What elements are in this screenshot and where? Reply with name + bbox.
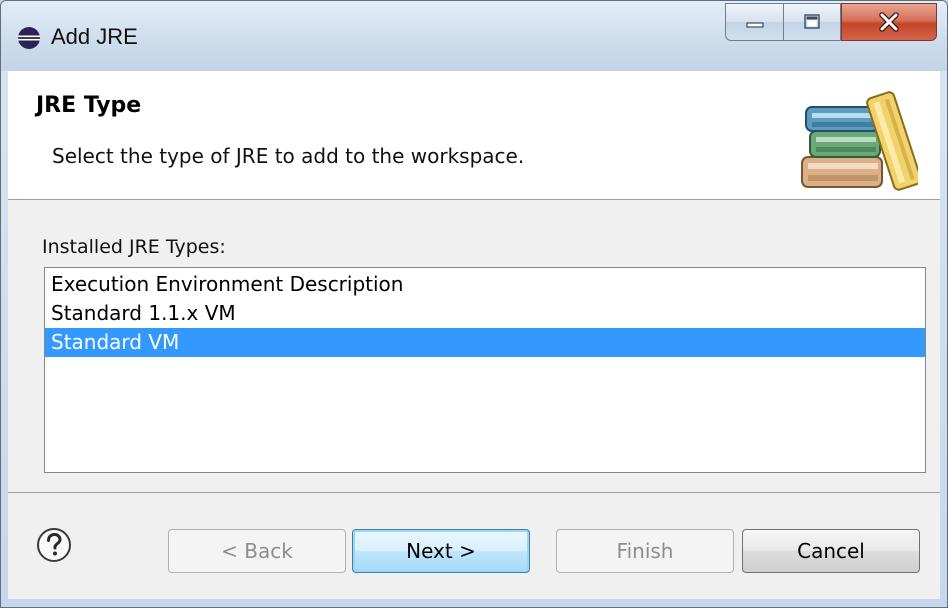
title-bar[interactable]: Add JRE	[1, 1, 947, 71]
list-item-selected[interactable]: Standard VM	[45, 328, 925, 357]
close-icon	[879, 12, 899, 32]
next-button[interactable]: Next >	[352, 529, 530, 573]
window-title: Add JRE	[51, 24, 138, 49]
list-item[interactable]: Execution Environment Description	[45, 270, 925, 299]
list-item[interactable]: Standard 1.1.x VM	[45, 299, 925, 328]
caption-buttons	[725, 3, 937, 43]
button-bar: < Back Next > Finish Cancel	[8, 493, 940, 599]
wizard-header: JRE Type Select the type of JRE to add t…	[8, 71, 940, 200]
books-icon	[801, 91, 918, 191]
minimize-icon	[745, 22, 764, 28]
maximize-icon	[804, 14, 820, 29]
close-button[interactable]	[841, 3, 937, 41]
eclipse-icon	[18, 27, 40, 49]
maximize-button[interactable]	[783, 3, 841, 41]
jre-types-list[interactable]: Execution Environment Description Standa…	[44, 267, 926, 473]
cancel-button[interactable]: Cancel	[742, 529, 920, 573]
page-title: JRE Type	[36, 93, 142, 118]
add-jre-dialog: Add JRE JRE Type Select the type of JRE …	[0, 0, 948, 608]
minimize-button[interactable]	[725, 3, 783, 41]
help-icon[interactable]	[36, 527, 72, 563]
installed-jre-types-label: Installed JRE Types:	[42, 236, 226, 258]
page-description: Select the type of JRE to add to the wor…	[52, 144, 525, 168]
back-button[interactable]: < Back	[168, 529, 346, 573]
content-area: Installed JRE Types: Execution Environme…	[8, 200, 940, 493]
finish-button[interactable]: Finish	[556, 529, 734, 573]
